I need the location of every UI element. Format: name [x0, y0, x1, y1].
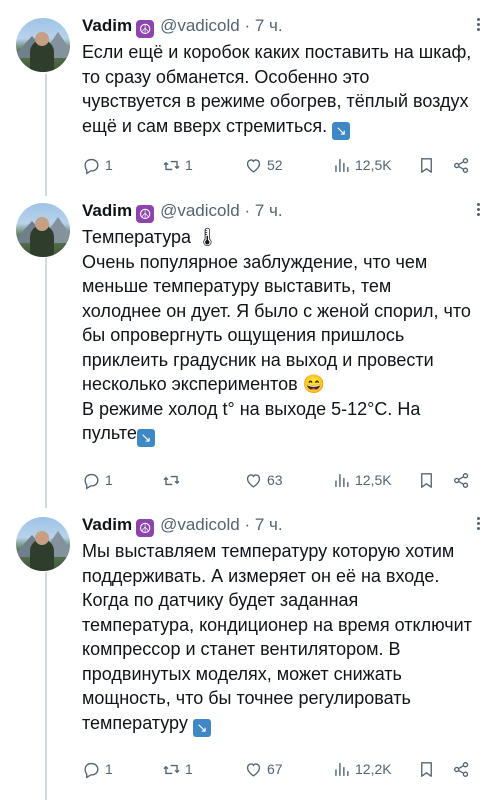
tweet-header: Vadim ☮ @vadicold · 7 ч. [82, 199, 480, 223]
retweet-count: 1 [185, 761, 193, 777]
avatar[interactable] [16, 203, 70, 257]
peace-badge-icon: ☮ [136, 205, 155, 223]
reply-count: 1 [105, 472, 113, 488]
share-button[interactable] [452, 153, 471, 177]
arrow-down-right-emoji-icon: ↘ [136, 429, 155, 447]
like-button[interactable]: 67 [244, 757, 283, 781]
action-bar: 1 63 12,5K [82, 468, 482, 492]
reply-icon [84, 473, 99, 490]
retweet-button[interactable]: 1 [162, 757, 193, 781]
reply-button[interactable]: 1 [82, 757, 113, 781]
more-options-icon[interactable] [477, 201, 480, 218]
bookmark-button[interactable] [417, 757, 436, 781]
retweet-icon [163, 764, 180, 774]
bookmark-icon [421, 472, 432, 488]
reply-button[interactable]: 1 [82, 468, 113, 492]
tweet-text: Температура 🌡 Очень популярное заблужден… [82, 225, 472, 447]
timestamp[interactable]: 7 ч. [255, 201, 283, 220]
views-button[interactable]: 12,2K [332, 757, 392, 781]
tweet-body: Температура 🌡 Очень популярное заблужден… [82, 227, 471, 443]
retweet-button[interactable] [162, 468, 185, 492]
like-count: 63 [267, 472, 283, 488]
views-count: 12,5K [355, 472, 392, 488]
action-bar: 1 1 52 12,5K [82, 153, 482, 177]
heart-icon [246, 158, 261, 173]
avatar[interactable] [16, 517, 70, 571]
like-count: 52 [267, 157, 283, 173]
bookmark-button[interactable] [417, 153, 436, 177]
author-handle[interactable]: @vadicold [160, 515, 240, 534]
tweet[interactable]: Vadim ☮ @vadicold · 7 ч. Если ещё и коробо… [0, 0, 500, 190]
author-name[interactable]: Vadim [82, 201, 132, 220]
share-icon [454, 761, 469, 777]
reply-button[interactable]: 1 [82, 153, 113, 177]
share-icon [454, 472, 469, 488]
avatar[interactable] [16, 18, 70, 72]
tweet-text: Мы выставляем температуру которую хотим … [82, 539, 472, 737]
views-count: 12,2K [355, 761, 392, 777]
separator: · [244, 515, 251, 534]
timestamp[interactable]: 7 ч. [255, 515, 283, 534]
reply-count: 1 [105, 157, 113, 173]
bookmark-button[interactable] [417, 468, 436, 492]
tweet-body: Если ещё и коробок каких поставить на шк… [82, 42, 477, 136]
retweet-count: 1 [185, 157, 193, 173]
bookmark-icon [421, 761, 432, 777]
tweet-body: Мы выставляем температуру которую хотим … [82, 541, 477, 733]
author-name[interactable]: Vadim [82, 515, 132, 534]
more-options-icon[interactable] [477, 515, 480, 532]
retweet-icon [163, 475, 180, 485]
share-button[interactable] [452, 757, 471, 781]
tweet-text: Если ещё и коробок каких поставить на шк… [82, 40, 472, 140]
action-bar: 1 1 67 12,2K [82, 757, 482, 781]
separator: · [244, 201, 251, 220]
more-options-icon[interactable] [477, 16, 480, 33]
tweet[interactable]: Vadim ☮ @vadicold · 7 ч. Температура 🌡 Оче… [0, 185, 500, 505]
views-icon [335, 158, 349, 172]
heart-icon [246, 762, 261, 777]
views-icon [335, 473, 349, 487]
author-name[interactable]: Vadim [82, 16, 132, 35]
views-button[interactable]: 12,5K [332, 468, 392, 492]
reply-icon [84, 158, 99, 175]
separator: · [244, 16, 251, 35]
share-button[interactable] [452, 468, 471, 492]
peace-badge-icon: ☮ [136, 519, 155, 537]
heart-icon [246, 473, 261, 488]
arrow-down-right-emoji-icon: ↘ [332, 121, 351, 140]
reply-icon [84, 762, 99, 779]
like-button[interactable]: 63 [244, 468, 283, 492]
views-count: 12,5K [355, 157, 392, 173]
reply-count: 1 [105, 761, 113, 777]
like-button[interactable]: 52 [244, 153, 283, 177]
views-icon [335, 762, 349, 776]
tweet[interactable]: Vadim ☮ @vadicold · 7 ч. Мы выставляем тем… [0, 499, 500, 800]
peace-badge-icon: ☮ [136, 20, 155, 38]
timestamp[interactable]: 7 ч. [255, 16, 283, 35]
author-handle[interactable]: @vadicold [160, 16, 240, 35]
retweet-icon [163, 160, 180, 170]
author-handle[interactable]: @vadicold [160, 201, 240, 220]
bookmark-icon [421, 157, 432, 173]
tweet-header: Vadim ☮ @vadicold · 7 ч. [82, 14, 480, 38]
share-icon [454, 157, 469, 173]
views-button[interactable]: 12,5K [332, 153, 392, 177]
arrow-down-right-emoji-icon: ↘ [192, 718, 211, 737]
retweet-button[interactable]: 1 [162, 153, 193, 177]
like-count: 67 [267, 761, 283, 777]
tweet-header: Vadim ☮ @vadicold · 7 ч. [82, 513, 480, 537]
